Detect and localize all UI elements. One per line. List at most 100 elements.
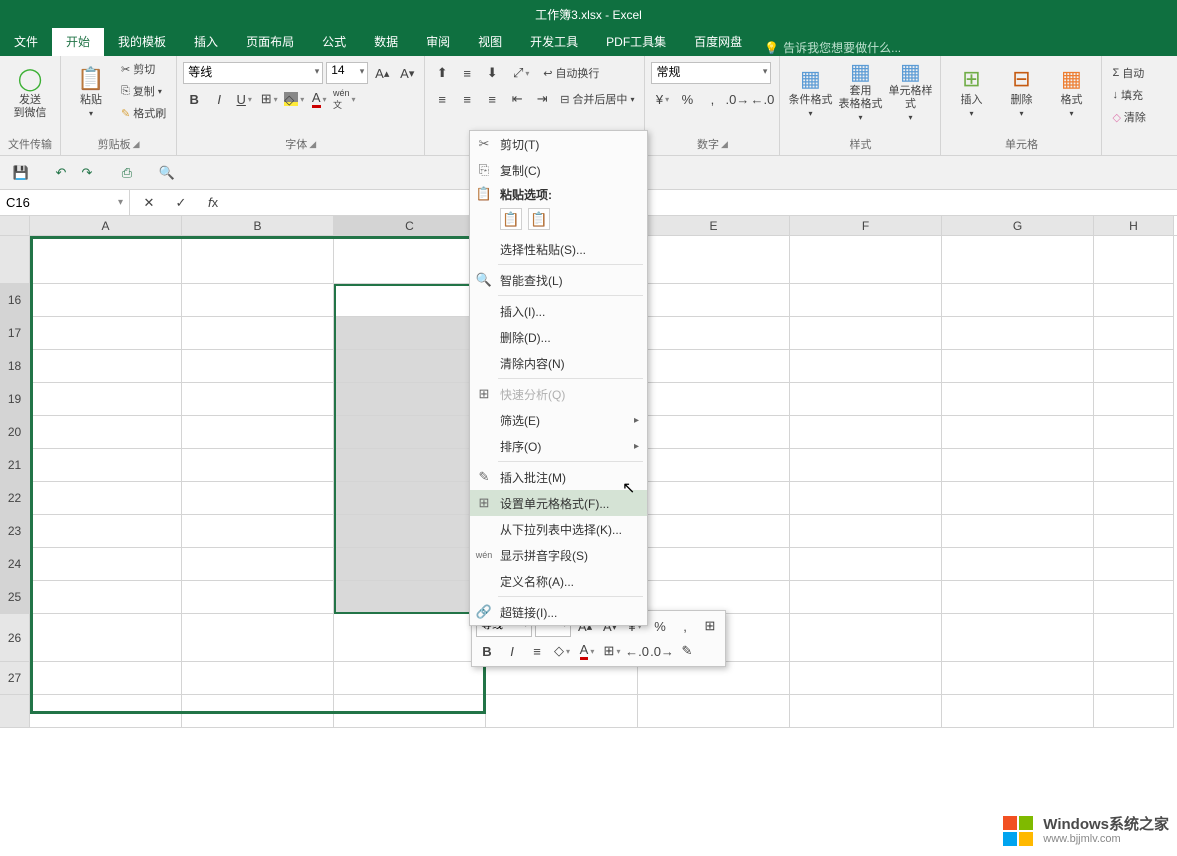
mt-decrease-decimal[interactable]: ←.0 xyxy=(626,640,648,662)
cell[interactable] xyxy=(790,317,942,350)
pinyin-button[interactable]: wén文 xyxy=(333,88,355,110)
col-A[interactable]: A xyxy=(30,216,182,235)
tab-view[interactable]: 视图 xyxy=(464,28,516,56)
italic-button[interactable]: I xyxy=(208,88,230,110)
cell[interactable] xyxy=(334,695,486,728)
cancel-formula-button[interactable]: ✕ xyxy=(138,192,160,214)
col-G[interactable]: G xyxy=(942,216,1094,235)
col-H[interactable]: H xyxy=(1094,216,1174,235)
cell[interactable] xyxy=(638,449,790,482)
cell[interactable] xyxy=(30,662,182,695)
cell[interactable] xyxy=(30,416,182,449)
cell[interactable] xyxy=(638,515,790,548)
align-right-button[interactable]: ≡ xyxy=(481,88,503,110)
increase-indent-button[interactable]: ⇥ xyxy=(531,88,553,110)
cell[interactable] xyxy=(182,416,334,449)
cell[interactable] xyxy=(790,614,942,662)
align-center-button[interactable]: ≡ xyxy=(456,88,478,110)
cell[interactable] xyxy=(182,581,334,614)
cm-clear-contents[interactable]: 清除内容(N) xyxy=(470,350,647,376)
cell[interactable] xyxy=(1094,548,1174,581)
row-header[interactable] xyxy=(0,236,30,284)
paste-option-2[interactable]: 📋 xyxy=(528,208,550,230)
cell[interactable] xyxy=(30,482,182,515)
bold-button[interactable]: B xyxy=(183,88,205,110)
autosum-button[interactable]: Σ自动 xyxy=(1108,62,1149,84)
wrap-text-button[interactable]: ↩自动换行 xyxy=(539,62,603,84)
increase-font-button[interactable]: A▴ xyxy=(371,62,393,84)
cell[interactable] xyxy=(182,317,334,350)
align-left-button[interactable]: ≡ xyxy=(431,88,453,110)
percent-button[interactable]: % xyxy=(676,88,698,110)
qat-icon-2[interactable]: 🔍 xyxy=(156,162,178,184)
cell[interactable] xyxy=(638,236,790,284)
mt-border[interactable]: ⊞ xyxy=(699,615,721,637)
tell-me-search[interactable]: 💡 告诉我您想要做什么... xyxy=(764,39,901,56)
insert-function-button[interactable]: fx xyxy=(202,192,224,214)
row-26[interactable]: 26 xyxy=(0,614,30,662)
cell[interactable] xyxy=(790,482,942,515)
mt-increase-decimal[interactable]: .0→ xyxy=(651,640,673,662)
cell[interactable] xyxy=(790,383,942,416)
cell[interactable] xyxy=(30,317,182,350)
save-button[interactable]: 💾 xyxy=(10,162,32,184)
cell[interactable] xyxy=(1094,614,1174,662)
cell[interactable] xyxy=(1094,581,1174,614)
col-E[interactable]: E xyxy=(638,216,790,235)
cell[interactable] xyxy=(638,350,790,383)
cell[interactable] xyxy=(30,236,182,284)
cell[interactable] xyxy=(1094,449,1174,482)
paste-option-1[interactable]: 📋 xyxy=(500,208,522,230)
cell[interactable] xyxy=(1094,350,1174,383)
cell[interactable] xyxy=(182,548,334,581)
confirm-formula-button[interactable]: ✓ xyxy=(170,192,192,214)
cm-insert[interactable]: 插入(I)... xyxy=(470,298,647,324)
orientation-button[interactable]: ⤢ xyxy=(506,62,536,84)
cm-insert-comment[interactable]: ✎插入批注(M) xyxy=(470,464,647,490)
mt-comma[interactable]: , xyxy=(674,615,696,637)
col-B[interactable]: B xyxy=(182,216,334,235)
cell[interactable] xyxy=(1094,662,1174,695)
font-name-select[interactable]: 等线 xyxy=(183,62,323,84)
cell[interactable] xyxy=(30,350,182,383)
cell[interactable] xyxy=(942,236,1094,284)
tab-developer[interactable]: 开发工具 xyxy=(516,28,592,56)
format-painter-button[interactable]: ✎格式刷 xyxy=(117,102,170,124)
paste-button[interactable]: 📋 粘贴 ▾ xyxy=(67,58,115,124)
tab-review[interactable]: 审阅 xyxy=(412,28,464,56)
cell[interactable] xyxy=(790,515,942,548)
clipboard-dialog-launcher[interactable]: ◢ xyxy=(133,139,140,150)
cell[interactable] xyxy=(790,662,942,695)
cell[interactable] xyxy=(790,284,942,317)
cell[interactable] xyxy=(1094,317,1174,350)
tab-pdf[interactable]: PDF工具集 xyxy=(592,28,680,56)
conditional-format-button[interactable]: ▦条件格式▾ xyxy=(786,58,834,124)
cell[interactable] xyxy=(638,284,790,317)
cell[interactable] xyxy=(1094,482,1174,515)
row-18[interactable]: 18 xyxy=(0,350,30,383)
row-17[interactable]: 17 xyxy=(0,317,30,350)
cell[interactable] xyxy=(942,614,1094,662)
row-27[interactable]: 27 xyxy=(0,662,30,695)
cell[interactable] xyxy=(334,548,486,581)
cell[interactable] xyxy=(942,416,1094,449)
cell[interactable] xyxy=(182,662,334,695)
format-cells-button[interactable]: ▦格式▾ xyxy=(1047,58,1095,124)
cell[interactable] xyxy=(182,515,334,548)
cell[interactable] xyxy=(942,662,1094,695)
tab-pagelayout[interactable]: 页面布局 xyxy=(232,28,308,56)
cell[interactable] xyxy=(638,482,790,515)
cell-C16[interactable] xyxy=(334,284,486,317)
row-20[interactable]: 20 xyxy=(0,416,30,449)
cell[interactable] xyxy=(638,548,790,581)
cm-cut[interactable]: ✂剪切(T) xyxy=(470,131,647,157)
cell[interactable] xyxy=(942,548,1094,581)
cell[interactable] xyxy=(30,695,182,728)
clear-button[interactable]: ◇清除 xyxy=(1108,106,1149,128)
cm-format-cells[interactable]: ⊞设置单元格格式(F)... xyxy=(470,490,647,516)
cell[interactable] xyxy=(30,548,182,581)
cell[interactable] xyxy=(30,383,182,416)
font-color-button[interactable]: A xyxy=(308,88,330,110)
fill-color-button[interactable]: ◇ xyxy=(283,88,305,110)
border-button[interactable]: ⊞ xyxy=(258,88,280,110)
